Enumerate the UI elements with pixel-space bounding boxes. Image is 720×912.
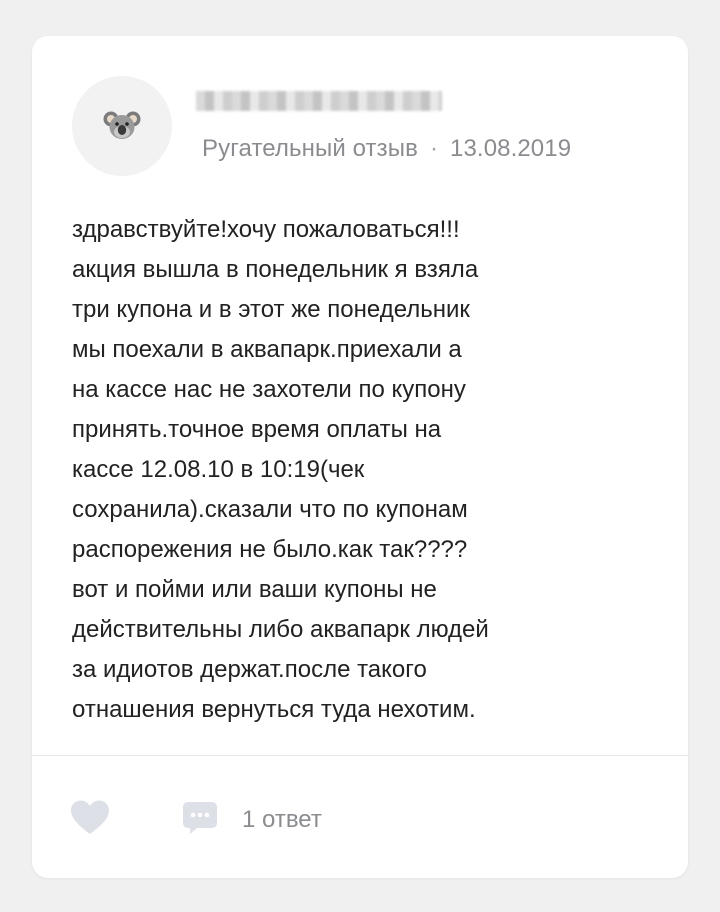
- review-type: Ругательный отзыв: [202, 135, 418, 162]
- like-button[interactable]: [70, 800, 114, 840]
- review-text-line: действительны либо аквапарк людей: [72, 616, 489, 643]
- review-text-line: вот и пойми или ваши купоны не: [72, 576, 437, 603]
- heart-icon: [70, 800, 110, 840]
- review-text: здравствуйте!хочу пожаловаться!!! акция …: [72, 210, 592, 730]
- reply-count: 1 ответ: [242, 806, 322, 833]
- reply-button[interactable]: 1 ответ: [182, 800, 322, 840]
- review-text-line: сохранила).сказали что по купонам: [72, 496, 468, 523]
- review-text-line: три купона и в этот же понедельник: [72, 296, 470, 323]
- review-text-line: принять.точное время оплаты на: [72, 416, 442, 443]
- review-text-line: мы поехали в аквапарк.приехали а: [72, 336, 462, 363]
- review-text-line: на кассе нас не захотели по купону: [72, 376, 466, 403]
- koala-icon: [103, 107, 141, 145]
- review-date[interactable]: 13.08.2019: [450, 135, 571, 162]
- review-text-line: распорежения не было.как так????: [72, 536, 468, 563]
- review-text-line: кассе 12.08.10 в 10:19(чек: [72, 456, 365, 483]
- review-card: Ругательный отзыв · 13.08.2019 здравствуйт…: [32, 36, 688, 878]
- review-text-line: за идиотов держат.после такого: [72, 656, 427, 683]
- comment-icon: [182, 801, 218, 840]
- meta-separator: ·: [429, 135, 439, 162]
- author-name-redacted[interactable]: [196, 91, 442, 111]
- review-text-line: акция вышла в понедельник я взяла: [72, 256, 479, 283]
- review-actions: 1 ответ: [32, 756, 688, 878]
- review-text-line: здравствуйте!хочу пожаловаться!!!: [72, 216, 460, 243]
- review-meta: Ругательный отзыв · 13.08.2019: [202, 135, 571, 163]
- review-text-line: отнашения вернуться туда нехотим.: [72, 696, 476, 723]
- avatar[interactable]: [72, 76, 172, 176]
